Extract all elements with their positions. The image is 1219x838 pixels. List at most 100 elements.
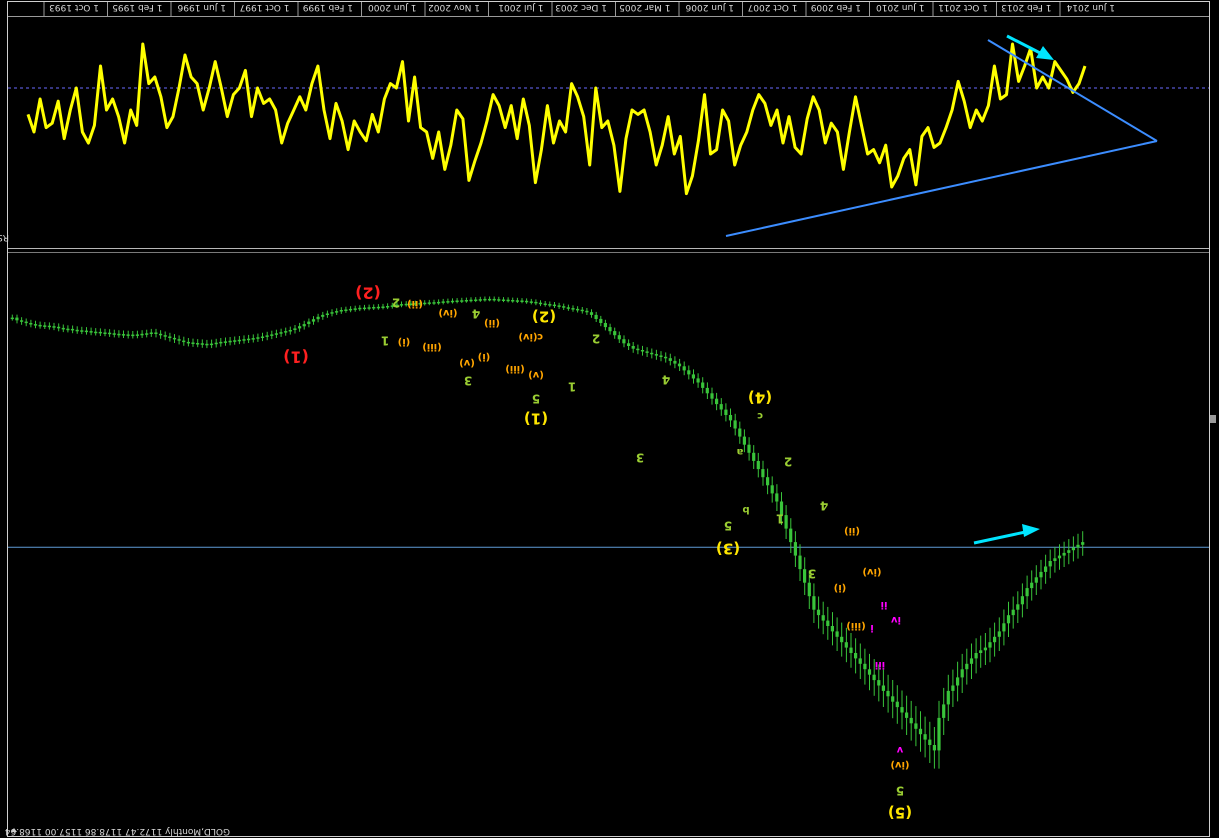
candle-body[interactable] xyxy=(599,318,603,323)
candle-body[interactable] xyxy=(969,658,974,664)
candle-body[interactable] xyxy=(627,343,631,346)
candle-body[interactable] xyxy=(946,690,950,705)
candle-body[interactable] xyxy=(515,300,519,302)
candle-body[interactable] xyxy=(177,339,181,341)
candle-body[interactable] xyxy=(450,300,455,303)
candle-body[interactable] xyxy=(997,631,1001,637)
candle-body[interactable] xyxy=(274,333,278,335)
candle-body[interactable] xyxy=(928,739,932,745)
candle-body[interactable] xyxy=(103,332,107,335)
candle-body[interactable] xyxy=(186,341,190,344)
candle-body[interactable] xyxy=(775,493,779,502)
candle-body[interactable] xyxy=(766,477,770,486)
candle-body[interactable] xyxy=(756,461,760,470)
candle-body[interactable] xyxy=(209,343,214,346)
candle-body[interactable] xyxy=(126,334,130,336)
candle-body[interactable] xyxy=(900,707,904,713)
candle-body[interactable] xyxy=(886,690,890,697)
candle-body[interactable] xyxy=(1034,577,1038,583)
candle-body[interactable] xyxy=(673,360,677,364)
candle-body[interactable] xyxy=(895,701,899,708)
candle-body[interactable] xyxy=(381,306,385,309)
candle-body[interactable] xyxy=(1020,596,1024,605)
candle-body[interactable] xyxy=(446,301,450,303)
candle-body[interactable] xyxy=(437,301,441,304)
candle-body[interactable] xyxy=(242,339,246,341)
candle-body[interactable] xyxy=(640,350,645,352)
candle-body[interactable] xyxy=(330,312,334,314)
candle-body[interactable] xyxy=(1048,561,1052,567)
candle-body[interactable] xyxy=(1053,558,1057,561)
candle-body[interactable] xyxy=(20,320,24,322)
candle-body[interactable] xyxy=(844,642,848,648)
candle-body[interactable] xyxy=(613,331,617,336)
candle-body[interactable] xyxy=(677,363,682,367)
candle-body[interactable] xyxy=(24,321,28,324)
candle-body[interactable] xyxy=(738,428,742,437)
candle-body[interactable] xyxy=(566,307,570,309)
candle-body[interactable] xyxy=(205,343,209,346)
candle-body[interactable] xyxy=(89,331,93,333)
candle-body[interactable] xyxy=(427,302,431,304)
candle-body[interactable] xyxy=(478,299,482,301)
rsi-trendline-upper[interactable] xyxy=(987,39,1158,142)
candle-body[interactable] xyxy=(10,317,14,320)
candle-body[interactable] xyxy=(353,308,357,310)
candle-body[interactable] xyxy=(270,334,274,336)
candle-body[interactable] xyxy=(803,569,807,583)
candle-body[interactable] xyxy=(826,620,830,626)
candle-body[interactable] xyxy=(664,356,668,359)
candle-body[interactable] xyxy=(348,308,353,311)
candle-body[interactable] xyxy=(650,352,654,355)
candle-body[interactable] xyxy=(983,647,987,651)
candle-body[interactable] xyxy=(821,615,825,621)
candle-body[interactable] xyxy=(793,542,797,556)
candle-body[interactable] xyxy=(1076,544,1080,548)
candle-body[interactable] xyxy=(29,323,33,325)
candle-body[interactable] xyxy=(830,626,834,632)
candle-body[interactable] xyxy=(719,404,723,410)
candle-body[interactable] xyxy=(121,334,126,336)
candle-body[interactable] xyxy=(603,323,607,328)
candle-body[interactable] xyxy=(455,300,459,303)
candle-body[interactable] xyxy=(483,298,487,301)
candle-body[interactable] xyxy=(293,328,297,330)
candle-body[interactable] xyxy=(61,327,65,330)
candle-body[interactable] xyxy=(497,299,501,301)
candle-body[interactable] xyxy=(608,327,612,332)
candle-body[interactable] xyxy=(942,704,946,718)
candle-body[interactable] xyxy=(163,335,167,337)
candle-body[interactable] xyxy=(701,382,705,388)
candle-body[interactable] xyxy=(807,582,811,597)
candle-body[interactable] xyxy=(835,631,839,637)
candle-body[interactable] xyxy=(585,310,589,313)
candle-body[interactable] xyxy=(1039,571,1043,578)
candle-body[interactable] xyxy=(284,331,288,333)
candle-body[interactable] xyxy=(580,309,584,312)
candle-body[interactable] xyxy=(571,308,575,310)
candle-body[interactable] xyxy=(506,299,510,302)
candle-body[interactable] xyxy=(636,348,640,351)
candle-body[interactable] xyxy=(594,314,598,319)
candle-body[interactable] xyxy=(335,311,339,313)
candle-body[interactable] xyxy=(98,331,102,334)
candle-body[interactable] xyxy=(965,663,969,670)
candle-body[interactable] xyxy=(872,674,876,681)
candle-body[interactable] xyxy=(705,387,709,394)
candle-body[interactable] xyxy=(1044,566,1048,572)
candle-body[interactable] xyxy=(867,669,872,675)
candle-body[interactable] xyxy=(84,330,88,333)
candle-body[interactable] xyxy=(237,339,241,342)
candle-body[interactable] xyxy=(1030,582,1034,589)
candle-body[interactable] xyxy=(367,307,371,309)
candle-body[interactable] xyxy=(1002,623,1006,632)
candle-body[interactable] xyxy=(219,341,223,344)
candle-body[interactable] xyxy=(956,677,960,686)
candle-body[interactable] xyxy=(854,653,858,659)
candle-body[interactable] xyxy=(316,316,320,320)
candle-body[interactable] xyxy=(993,636,997,643)
candle-body[interactable] xyxy=(168,336,172,339)
candle-body[interactable] xyxy=(131,334,135,337)
candle-body[interactable] xyxy=(747,444,751,453)
candle-body[interactable] xyxy=(386,306,390,308)
